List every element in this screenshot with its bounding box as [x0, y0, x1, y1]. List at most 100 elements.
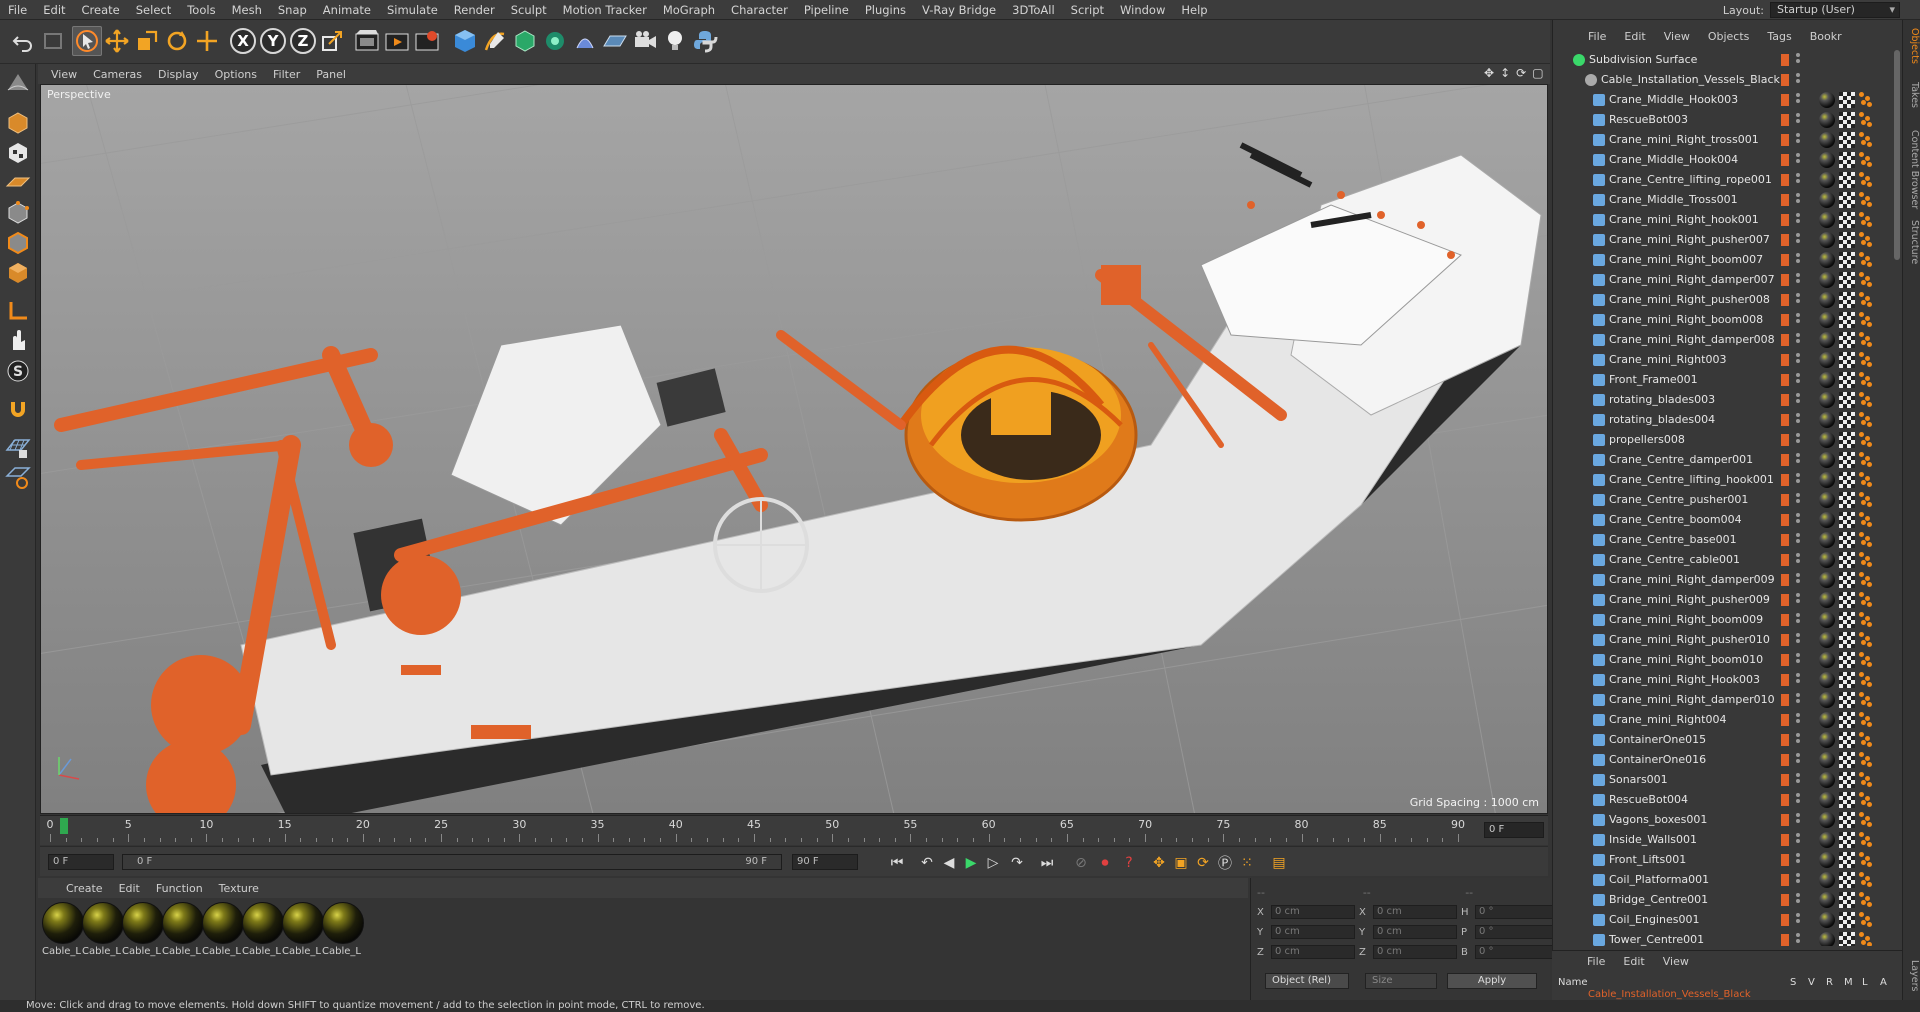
object-row[interactable]: Crane_mini_Right_boom010 — [1553, 650, 1895, 670]
light-icon[interactable] — [660, 26, 690, 56]
select-arrow-icon[interactable] — [72, 26, 102, 56]
material-menu-edit[interactable]: Edit — [111, 882, 148, 895]
object-row[interactable]: ContainerOne015 — [1553, 730, 1895, 750]
coord-value-field[interactable]: 0 cm — [1373, 925, 1457, 939]
maximize-icon[interactable]: ▢ — [1532, 66, 1543, 80]
phong-tag-icon[interactable] — [1859, 632, 1873, 647]
object-row[interactable]: ContainerOne016 — [1553, 750, 1895, 770]
texture-tag-icon[interactable] — [1839, 492, 1855, 508]
material-tag-icon[interactable] — [1819, 652, 1835, 668]
visibility-dots[interactable] — [1796, 593, 1800, 607]
texture-tag-icon[interactable] — [1839, 692, 1855, 708]
menu-script[interactable]: Script — [1063, 0, 1112, 20]
menu-simulate[interactable]: Simulate — [379, 0, 446, 20]
phong-tag-icon[interactable] — [1859, 752, 1873, 767]
object-row[interactable]: propellers008 — [1553, 430, 1895, 450]
previous-key-icon[interactable]: ↶ — [916, 852, 938, 874]
texture-tag-icon[interactable] — [1839, 792, 1855, 808]
object-row[interactable]: Crane_Centre_damper001 — [1553, 450, 1895, 470]
tweak-mode-icon[interactable] — [3, 326, 33, 356]
object-row[interactable]: rotating_blades003 — [1553, 390, 1895, 410]
menu-mograph[interactable]: MoGraph — [655, 0, 723, 20]
polygons-mode-icon[interactable] — [3, 258, 33, 288]
record-keys-icon[interactable]: ⊘ — [1070, 852, 1092, 874]
visibility-dots[interactable] — [1796, 813, 1800, 827]
coord-value-field[interactable]: 0 ° — [1475, 905, 1559, 919]
phong-tag-icon[interactable] — [1859, 192, 1873, 207]
texture-tag-icon[interactable] — [1839, 772, 1855, 788]
object-row[interactable]: Crane_Centre_boom004 — [1553, 510, 1895, 530]
layer-menu-edit[interactable]: Edit — [1614, 955, 1653, 968]
texture-tag-icon[interactable] — [1839, 132, 1855, 148]
phong-tag-icon[interactable] — [1859, 172, 1873, 187]
object-row[interactable]: Crane_mini_Right_boom009 — [1553, 610, 1895, 630]
texture-tag-icon[interactable] — [1839, 652, 1855, 668]
material-swatch[interactable]: Cable_L — [162, 902, 206, 957]
magnet-icon[interactable] — [3, 394, 33, 424]
visibility-dots[interactable] — [1796, 453, 1800, 467]
pen-spline-icon[interactable] — [480, 26, 510, 56]
material-tag-icon[interactable] — [1819, 392, 1835, 408]
object-row[interactable]: Coil_Platforma001 — [1553, 870, 1895, 890]
menu-file[interactable]: File — [0, 0, 35, 20]
visibility-dots[interactable] — [1796, 353, 1800, 367]
object-row[interactable]: Vagons_boxes001 — [1553, 810, 1895, 830]
object-row[interactable]: Crane_mini_Right004 — [1553, 710, 1895, 730]
go-to-start-icon[interactable]: ⏮ — [886, 852, 908, 874]
texture-tag-icon[interactable] — [1839, 172, 1855, 188]
visibility-dots[interactable] — [1796, 133, 1800, 147]
object-row[interactable]: Front_Frame001 — [1553, 370, 1895, 390]
viewport-menu-filter[interactable]: Filter — [266, 68, 307, 81]
material-tag-icon[interactable] — [1819, 812, 1835, 828]
orbit-icon[interactable]: ⟳ — [1516, 66, 1526, 80]
texture-tag-icon[interactable] — [1839, 612, 1855, 628]
texture-tag-icon[interactable] — [1839, 712, 1855, 728]
material-tag-icon[interactable] — [1819, 592, 1835, 608]
phong-tag-icon[interactable] — [1859, 392, 1873, 407]
object-menu-edit[interactable]: Edit — [1615, 30, 1654, 43]
phong-tag-icon[interactable] — [1859, 872, 1873, 887]
visibility-dots[interactable] — [1796, 153, 1800, 167]
start-frame-field[interactable]: 0 F — [48, 854, 114, 870]
texture-tag-icon[interactable] — [1839, 412, 1855, 428]
visibility-dots[interactable] — [1796, 413, 1800, 427]
object-row[interactable]: Coil_Engines001 — [1553, 910, 1895, 930]
menu-sculpt[interactable]: Sculpt — [503, 0, 555, 20]
phong-tag-icon[interactable] — [1859, 272, 1873, 287]
menu-window[interactable]: Window — [1112, 0, 1173, 20]
visibility-dots[interactable] — [1796, 173, 1800, 187]
visibility-dots[interactable] — [1796, 533, 1800, 547]
visibility-dots[interactable] — [1796, 773, 1800, 787]
layout-dropdown[interactable]: Startup (User) — [1770, 2, 1900, 18]
phong-tag-icon[interactable] — [1859, 732, 1873, 747]
object-row[interactable]: Crane_Centre_base001 — [1553, 530, 1895, 550]
object-menu-bookr[interactable]: Bookr — [1801, 30, 1851, 43]
coordinate-mode-dropdown[interactable]: Object (Rel) — [1265, 973, 1349, 989]
texture-tag-icon[interactable] — [1839, 672, 1855, 688]
render-settings-icon[interactable] — [412, 26, 442, 56]
menu-character[interactable]: Character — [723, 0, 796, 20]
key-parameter-icon[interactable]: Ⓟ — [1214, 852, 1236, 874]
visibility-dots[interactable] — [1796, 713, 1800, 727]
material-tag-icon[interactable] — [1819, 512, 1835, 528]
object-row[interactable]: Tower_Centre001 — [1553, 930, 1895, 946]
timeline-playhead[interactable] — [60, 818, 68, 834]
material-tag-icon[interactable] — [1819, 672, 1835, 688]
model-mode-icon[interactable] — [3, 68, 33, 98]
phong-tag-icon[interactable] — [1859, 472, 1873, 487]
material-swatch[interactable]: Cable_L — [42, 902, 86, 957]
viewport-menu-panel[interactable]: Panel — [309, 68, 353, 81]
object-row[interactable]: Inside_Walls001 — [1553, 830, 1895, 850]
menu-edit[interactable]: Edit — [35, 0, 73, 20]
pan-icon[interactable]: ✥ — [1484, 66, 1494, 80]
python-icon[interactable] — [690, 26, 720, 56]
visibility-dots[interactable] — [1796, 93, 1800, 107]
texture-tag-icon[interactable] — [1839, 452, 1855, 468]
object-row[interactable]: Bridge_Centre001 — [1553, 890, 1895, 910]
visibility-dots[interactable] — [1796, 613, 1800, 627]
visibility-dots[interactable] — [1796, 653, 1800, 667]
visibility-dots[interactable] — [1796, 253, 1800, 267]
texture-tag-icon[interactable] — [1839, 212, 1855, 228]
material-tag-icon[interactable] — [1819, 852, 1835, 868]
redo-icon[interactable] — [38, 26, 68, 56]
